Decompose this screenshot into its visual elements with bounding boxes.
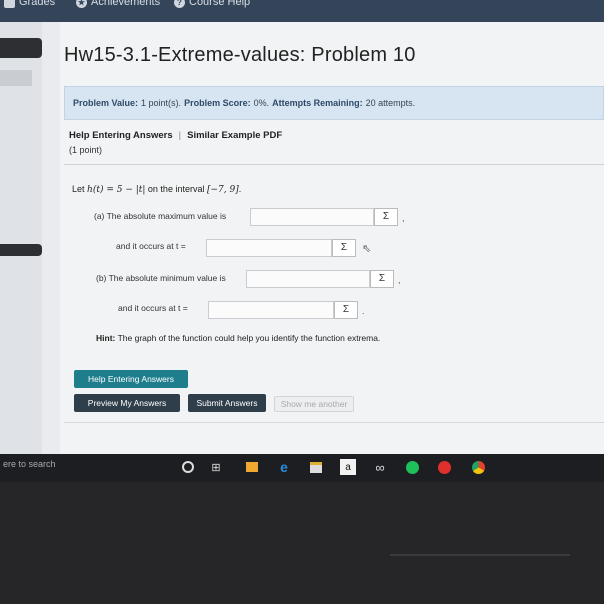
problem-value: 1 point(s). (141, 98, 182, 108)
hint-label: Hint: (96, 333, 116, 343)
problem-prefix: Let (72, 184, 85, 194)
nav-grades-label: Grades (19, 0, 56, 8)
nav-grades[interactable]: Grades (4, 0, 55, 8)
link-separator: | (178, 130, 182, 141)
spotify-icon[interactable] (404, 459, 420, 475)
question-a-at-label: and it occurs at t = (116, 241, 186, 251)
function-expression: h(t) = 5 − |t| (87, 185, 146, 195)
comma-mark: , (398, 275, 401, 285)
task-view-icon[interactable]: ⊞ (208, 459, 224, 475)
sidebar-item[interactable] (0, 70, 32, 86)
app-icon[interactable] (436, 459, 452, 475)
help-entering-link[interactable]: Help Entering Answers (69, 130, 173, 141)
calendar-icon[interactable] (308, 459, 324, 475)
attempts-label: Attempts Remaining: (272, 98, 363, 108)
nav-course-help-label: Course Help (189, 0, 251, 8)
problem-middle: on the interval (147, 184, 205, 194)
attempts-remaining: 20 attempts. (365, 98, 416, 108)
divider (64, 422, 604, 423)
sigma-button-max-value[interactable]: Σ (374, 208, 398, 226)
preview-answers-button[interactable]: Preview My Answers (74, 394, 180, 412)
achievements-icon: ★ (76, 0, 87, 8)
bezel-reflection (390, 554, 570, 556)
problem-statement: Let h(t) = 5 − |t| on the interval [−7, … (72, 184, 241, 195)
sidebar-button-bottom[interactable] (0, 244, 42, 256)
browser-viewport: Hw15-3.1-Extreme-values: Problem 10 Prob… (0, 22, 604, 454)
help-entering-answers-button[interactable]: Help Entering Answers (74, 370, 188, 388)
sigma-button-max-location[interactable]: Σ (332, 239, 356, 257)
nav-course-help[interactable]: ? Course Help (174, 0, 250, 8)
question-b-at-label: and it occurs at t = (118, 303, 188, 313)
question-a-max-label: (a) The absolute maximum value is (94, 211, 227, 221)
help-links: Help Entering Answers | Similar Example PD… (69, 130, 282, 141)
chrome-icon[interactable] (470, 459, 486, 475)
divider (64, 164, 604, 165)
taskbar-search[interactable]: ere to search (3, 459, 56, 469)
left-sidebar (0, 22, 42, 454)
max-location-input[interactable] (206, 239, 332, 257)
period-mark: . (362, 306, 365, 316)
problem-value-label: Problem Value: (73, 98, 139, 108)
sigma-button-min-location[interactable]: Σ (334, 301, 358, 319)
hint-text: Hint: The graph of the function could he… (96, 333, 380, 343)
min-value-input[interactable] (246, 270, 370, 288)
nav-achievements-label: Achievements (91, 0, 161, 8)
interval-expression: [−7, 9] (206, 185, 239, 195)
cortana-icon[interactable] (180, 459, 196, 475)
edge-icon[interactable]: e (276, 459, 292, 475)
question-b-min-label: (b) The absolute minimum value is (96, 273, 226, 283)
sidebar-button-top[interactable] (0, 38, 42, 58)
taskbar: ere to search ⊞ e a ∞ (0, 454, 604, 482)
nav-achievements[interactable]: ★ Achievements (76, 0, 160, 8)
mouse-cursor-icon: ⇖ (362, 243, 372, 255)
problem-info-box: Problem Value: 1 point(s). Problem Score… (64, 86, 604, 120)
problem-score-label: Problem Score: (184, 98, 251, 108)
hint-body: The graph of the function could help you… (117, 333, 381, 343)
problem-suffix: . (238, 184, 242, 194)
problem-panel: Hw15-3.1-Extreme-values: Problem 10 Prob… (60, 22, 604, 454)
similar-example-link[interactable]: Similar Example PDF (187, 130, 282, 141)
points-label: (1 point) (69, 145, 103, 155)
store-icon[interactable] (244, 459, 260, 475)
infinity-icon[interactable]: ∞ (372, 459, 388, 475)
top-nav-bar: Grades ★ Achievements ? Course Help (0, 0, 604, 22)
problem-score: 0%. (253, 98, 270, 108)
grades-icon (4, 0, 15, 8)
submit-answers-button[interactable]: Submit Answers (188, 394, 266, 412)
comma-mark: , (402, 213, 405, 223)
max-value-input[interactable] (250, 208, 374, 226)
amazon-icon[interactable]: a (340, 459, 356, 475)
sigma-button-min-value[interactable]: Σ (370, 270, 394, 288)
show-another-button[interactable]: Show me another (274, 396, 354, 412)
min-location-input[interactable] (208, 301, 334, 319)
monitor-bezel (0, 482, 604, 604)
page-title: Hw15-3.1-Extreme-values: Problem 10 (64, 44, 416, 66)
help-icon: ? (174, 0, 185, 8)
